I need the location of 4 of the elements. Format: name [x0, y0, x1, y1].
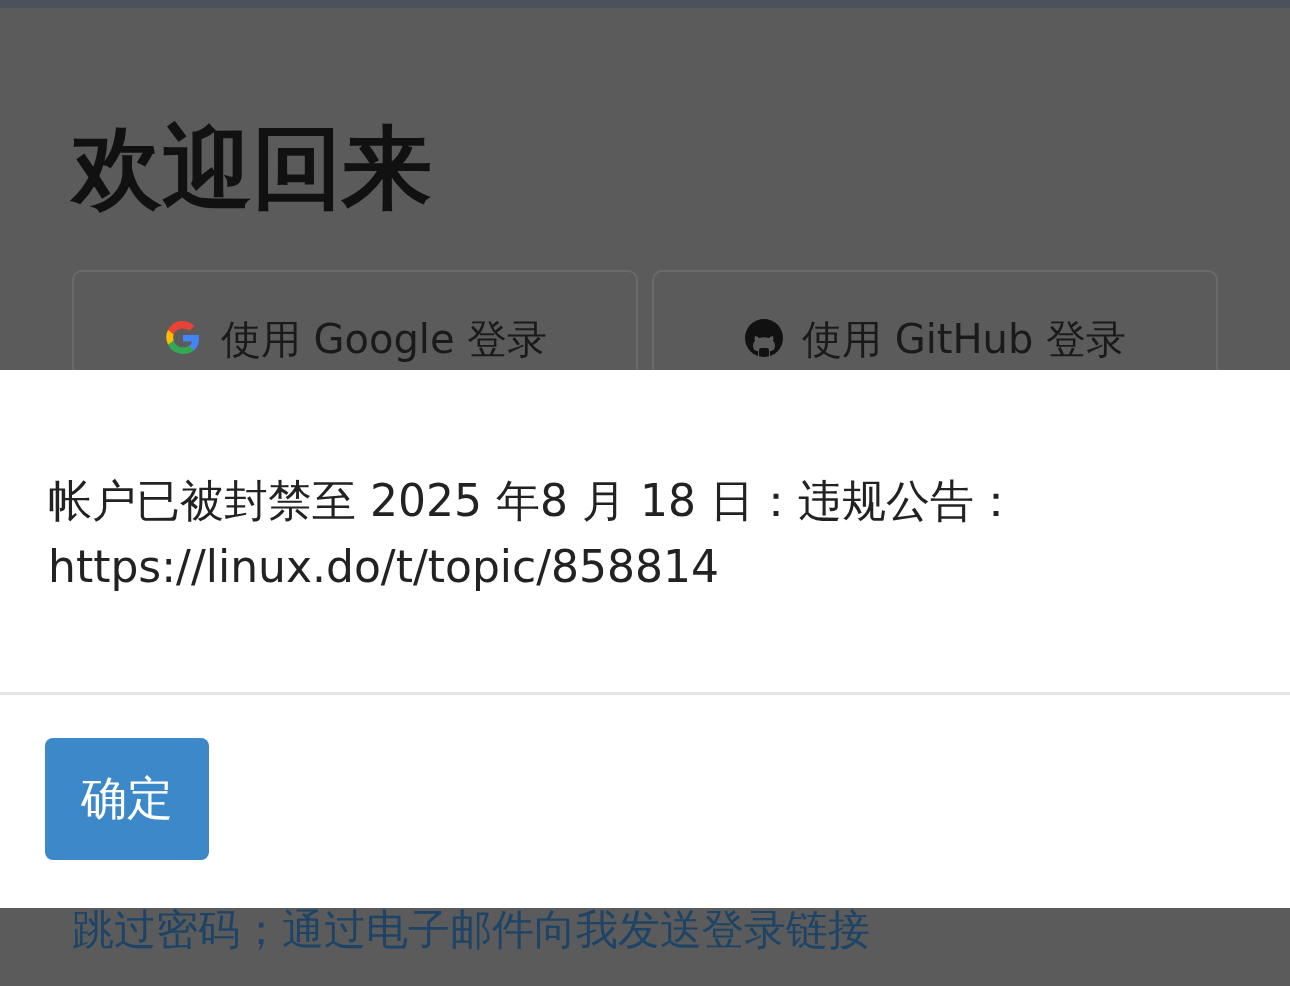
page-heading: 欢迎回来: [72, 114, 433, 222]
cat-silhouette-icon: [743, 318, 784, 358]
dialog-message: 帐户已被封禁至 2025 年8 月 18 日：违规公告：https://linux.do/t/topic/858814: [48, 474, 1019, 594]
confirm-button[interactable]: 确定: [45, 738, 209, 860]
